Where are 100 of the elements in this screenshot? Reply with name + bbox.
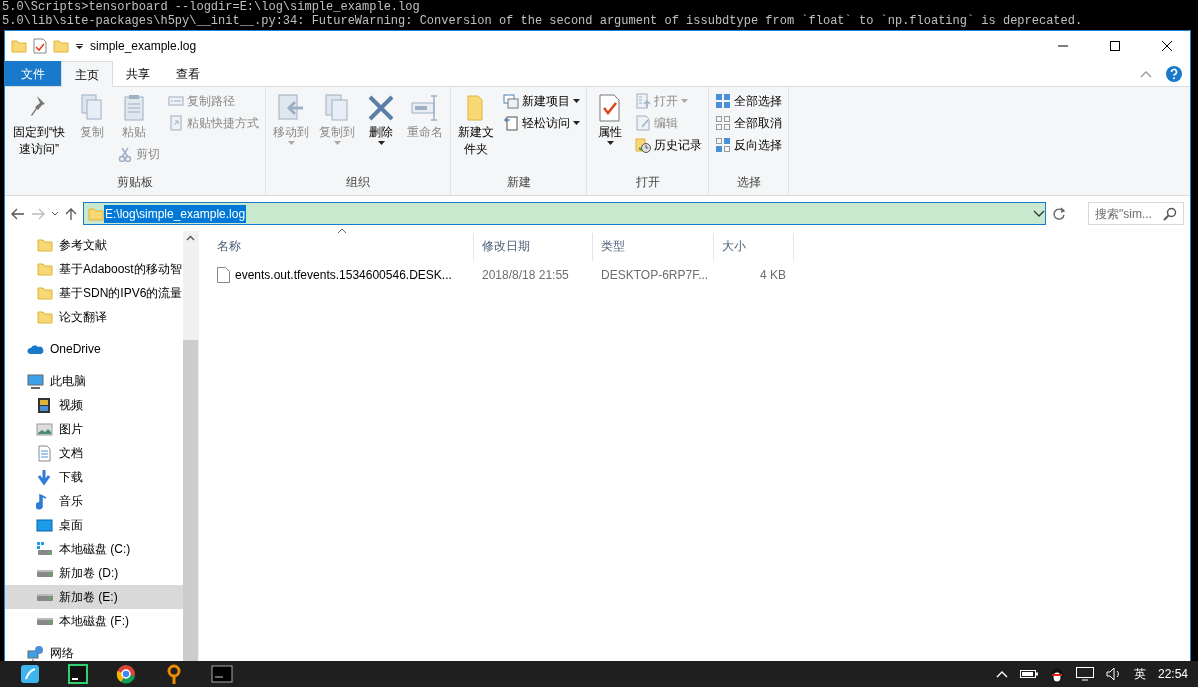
ribbon-button[interactable]: 轻松访问 xyxy=(501,112,582,134)
folder-icon xyxy=(37,309,53,325)
history-icon xyxy=(635,137,651,153)
ribbon-button[interactable]: 属性 xyxy=(591,90,629,147)
ribbon-button[interactable]: 删除 xyxy=(362,90,400,147)
caret-icon xyxy=(606,141,614,145)
up-icon[interactable] xyxy=(65,206,77,221)
sidebar-item[interactable]: 本地磁盘 (F:) xyxy=(5,609,183,633)
maximize-icon xyxy=(1110,41,1120,51)
path-icon xyxy=(168,93,184,109)
select-none-icon xyxy=(715,115,731,131)
folder-icon xyxy=(37,237,53,253)
network-icon[interactable] xyxy=(1075,667,1094,681)
app-icon xyxy=(19,663,41,685)
folder-icon xyxy=(53,38,69,54)
invert-selection-icon xyxy=(715,137,731,153)
chevron-up-icon[interactable] xyxy=(995,670,1008,678)
close-icon xyxy=(1162,41,1172,51)
terminal-icon xyxy=(211,663,233,685)
search-icon xyxy=(1163,206,1177,221)
penguin-icon[interactable] xyxy=(1049,666,1064,682)
scissors-icon xyxy=(117,146,133,162)
sidebar-item[interactable]: 网络 xyxy=(5,641,183,665)
search-field[interactable]: 搜索"sim... xyxy=(1088,202,1184,225)
sidebar-item[interactable]: 参考文献 xyxy=(5,233,183,257)
dropdown-icon[interactable] xyxy=(75,42,84,50)
input-language[interactable]: 英 xyxy=(1133,665,1146,683)
column-header[interactable]: 修改日期 xyxy=(474,233,593,261)
group-label: 选择 xyxy=(735,174,762,191)
network-icon xyxy=(27,644,44,662)
window-title: simple_example.log xyxy=(90,38,197,55)
drive-icon xyxy=(37,569,53,577)
ribbon-button[interactable]: 历史记录 xyxy=(633,134,704,156)
group-label: 新建 xyxy=(505,174,532,191)
computer-icon xyxy=(27,372,44,390)
browser-icon xyxy=(115,663,137,685)
address-bar[interactable]: E:\log\simple_example.log xyxy=(83,202,1046,225)
group-label: 打开 xyxy=(634,174,661,191)
ribbon-tab[interactable]: 共享 xyxy=(113,61,163,86)
sidebar-item[interactable]: 基于Adaboost的移动智 xyxy=(5,257,183,281)
table-cell-text: 2018/8/18 21:55 xyxy=(481,267,570,284)
column-header[interactable]: 类型 xyxy=(593,233,714,261)
caret-icon xyxy=(287,141,295,145)
caret-icon xyxy=(681,99,688,103)
volume-icon[interactable] xyxy=(1105,667,1122,681)
film-icon xyxy=(36,396,53,414)
folder-icon xyxy=(37,285,53,301)
sidebar-item[interactable]: 下载 xyxy=(5,465,183,489)
help-icon[interactable] xyxy=(1166,66,1182,82)
group-label: 组织 xyxy=(345,174,371,191)
sidebar-item[interactable]: 音乐 xyxy=(5,489,183,513)
drive-icon xyxy=(36,540,53,558)
sidebar-item[interactable]: 此电脑 xyxy=(5,369,183,393)
ribbon-button[interactable]: 固定到“快速访问” xyxy=(9,90,69,160)
column-header[interactable]: 名称 xyxy=(209,233,474,261)
dropdown-icon[interactable] xyxy=(1033,209,1045,218)
sidebar-item[interactable]: 视频 xyxy=(5,393,183,417)
scrollbar[interactable] xyxy=(183,231,198,661)
recent-dropdown-icon[interactable] xyxy=(51,210,59,217)
sidebar-item[interactable]: 新加卷 (D:) xyxy=(5,561,183,585)
file-icon xyxy=(217,267,230,283)
table-cell-text: 4 KB xyxy=(759,267,787,284)
open-icon xyxy=(635,93,651,109)
ribbon-button[interactable]: 反向选择 xyxy=(713,134,784,156)
column-header[interactable]: 大小 xyxy=(714,233,794,261)
ribbon-button[interactable]: 新建文件夹 xyxy=(455,90,497,160)
file-name: events.out.tfevents.1534600546.DESK... xyxy=(235,267,452,284)
download-icon xyxy=(36,468,53,486)
ribbon-tab[interactable]: 查看 xyxy=(163,61,213,86)
ribbon-button[interactable]: 全部取消 xyxy=(713,112,784,134)
terminal-line: 5.0\Scripts>tensorboard --logdir=E:\log\simple_example.log xyxy=(2,0,421,14)
ribbon-button[interactable]: 全部选择 xyxy=(713,90,784,112)
battery-icon[interactable] xyxy=(1019,669,1038,679)
clock[interactable]: 22:54 xyxy=(1157,665,1188,683)
drive-icon xyxy=(37,617,53,625)
group-label: 剪贴板 xyxy=(116,174,154,191)
folder-icon xyxy=(37,261,53,277)
file-row[interactable]: events.out.tfevents.1534600546.DESK... xyxy=(209,266,474,284)
sidebar-item[interactable]: 新加卷 (E:) xyxy=(5,585,183,609)
ribbon-button[interactable]: 新建项目 xyxy=(501,90,582,112)
picture-icon xyxy=(36,420,53,438)
sidebar-item[interactable]: 文档 xyxy=(5,441,183,465)
sidebar-item[interactable]: 基于SDN的IPV6的流量 xyxy=(5,281,183,305)
sidebar-item[interactable]: OneDrive xyxy=(5,337,183,361)
folder-icon xyxy=(11,38,27,54)
caret-icon xyxy=(333,141,341,145)
collapse-ribbon-icon[interactable] xyxy=(1140,70,1152,78)
document-check-icon[interactable] xyxy=(33,38,47,54)
caret-icon xyxy=(573,99,580,103)
ribbon-tab[interactable]: 文件 xyxy=(5,61,61,86)
refresh-icon[interactable] xyxy=(1052,206,1066,221)
sidebar-item[interactable]: 桌面 xyxy=(5,513,183,537)
back-icon[interactable] xyxy=(11,207,25,220)
easy-access-icon xyxy=(503,115,519,131)
sidebar-item[interactable]: 本地磁盘 (C:) xyxy=(5,537,183,561)
sidebar-item[interactable]: 图片 xyxy=(5,417,183,441)
ribbon-tab[interactable]: 主页 xyxy=(61,61,113,87)
sidebar-item[interactable]: 论文翻译 xyxy=(5,305,183,329)
document-icon xyxy=(36,444,53,462)
new-item-icon xyxy=(503,93,519,109)
